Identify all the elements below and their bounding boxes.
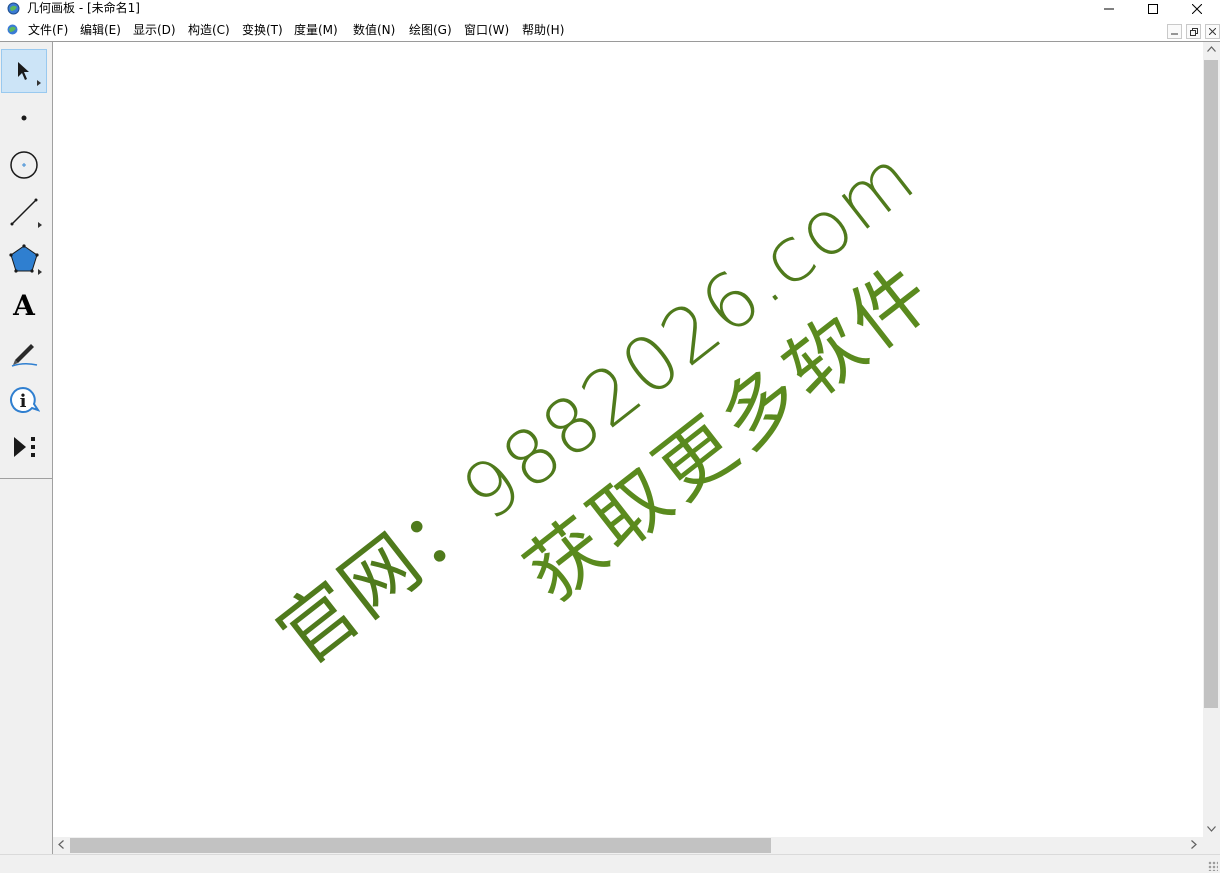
arrow-tool[interactable] xyxy=(1,49,47,93)
menu-measure[interactable]: 度量(M) xyxy=(294,23,338,37)
window-title: 几何画板 - [未命名1] xyxy=(27,1,140,15)
toolbox-divider xyxy=(0,478,52,479)
segment-icon xyxy=(10,198,38,226)
menu-file[interactable]: 文件(F) xyxy=(28,23,68,37)
menu-edit[interactable]: 编辑(E) xyxy=(80,23,121,37)
maximize-icon xyxy=(1148,4,1158,14)
information-tool[interactable]: i xyxy=(1,378,47,422)
horizontal-scroll-thumb[interactable] xyxy=(70,838,771,853)
point-tool[interactable] xyxy=(1,96,47,140)
custom-tools-icon xyxy=(14,437,35,457)
compass-tool[interactable] xyxy=(1,143,47,187)
submenu-arrow-icon xyxy=(38,269,42,275)
minimize-icon xyxy=(1104,8,1114,10)
selection-arrow-icon xyxy=(18,62,29,80)
restore-icon xyxy=(1189,27,1198,36)
scroll-down-icon[interactable] xyxy=(1207,825,1216,835)
menu-window[interactable]: 窗口(W) xyxy=(464,23,509,37)
scroll-right-icon[interactable] xyxy=(1191,840,1197,852)
menu-construct[interactable]: 构造(C) xyxy=(188,23,230,37)
vertical-scrollbar[interactable] xyxy=(1203,42,1220,837)
menu-graph[interactable]: 绘图(G) xyxy=(409,23,452,37)
toolbox: A i xyxy=(0,42,53,854)
scrollbar-corner xyxy=(1203,837,1220,854)
watermark: 官网：9882026.com 获取更多软件 xyxy=(261,131,991,759)
pentagon-icon xyxy=(9,244,39,273)
close-icon xyxy=(1209,28,1216,35)
minimize-icon xyxy=(1171,33,1178,35)
menu-bar: 文件(F) 编辑(E) 显示(D) 构造(C) 变换(T) 度量(M) 数值(N… xyxy=(0,19,1220,41)
info-icon: i xyxy=(10,386,40,413)
status-bar xyxy=(0,854,1220,873)
custom-tool[interactable] xyxy=(1,425,47,469)
maximize-button[interactable] xyxy=(1130,0,1176,18)
text-tool[interactable]: A xyxy=(1,284,47,328)
close-button[interactable] xyxy=(1174,0,1220,18)
horizontal-scrollbar[interactable] xyxy=(53,837,1203,854)
scroll-left-icon[interactable] xyxy=(58,840,64,852)
menu-help[interactable]: 帮助(H) xyxy=(522,23,564,37)
menu-display[interactable]: 显示(D) xyxy=(133,23,176,37)
straightedge-tool[interactable] xyxy=(1,190,47,234)
point-icon xyxy=(21,115,27,121)
app-logo-icon xyxy=(7,2,20,15)
marker-tool[interactable] xyxy=(1,331,47,375)
doc-minimize-button[interactable] xyxy=(1167,24,1182,39)
minimize-button[interactable] xyxy=(1086,0,1132,18)
pen-icon xyxy=(11,344,38,367)
menu-number[interactable]: 数值(N) xyxy=(353,23,395,37)
vertical-scroll-thumb[interactable] xyxy=(1204,60,1218,708)
close-icon xyxy=(1192,4,1202,14)
doc-restore-button[interactable] xyxy=(1186,24,1201,39)
sketch-canvas[interactable]: 官网：9882026.com 获取更多软件 xyxy=(53,42,1203,837)
circle-icon xyxy=(10,151,38,179)
resize-grip-icon[interactable] xyxy=(1208,861,1218,871)
svg-text:i: i xyxy=(20,391,27,412)
doc-close-button[interactable] xyxy=(1205,24,1220,39)
polygon-tool[interactable] xyxy=(1,237,47,281)
title-bar: 几何画板 - [未命名1] xyxy=(0,0,1220,18)
submenu-arrow-icon xyxy=(38,222,42,228)
scroll-up-icon[interactable] xyxy=(1207,45,1216,55)
document-icon[interactable] xyxy=(6,23,19,36)
text-a-icon: A xyxy=(13,289,35,322)
menu-transform[interactable]: 变换(T) xyxy=(242,23,283,37)
submenu-arrow-icon xyxy=(37,80,41,86)
